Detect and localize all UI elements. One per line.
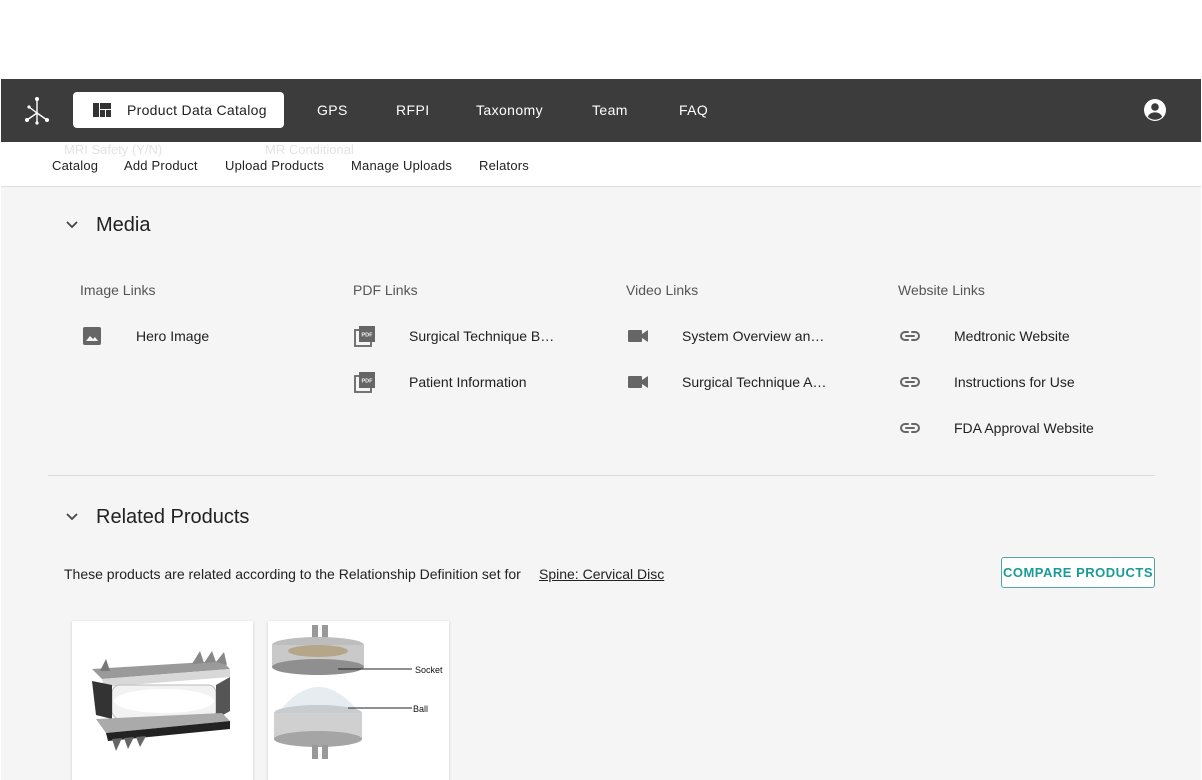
cervical-disc-implant-image — [92, 651, 230, 751]
page: Product Data Catalog GPS RFPI Taxonomy T… — [1, 0, 1201, 780]
account-circle-icon[interactable] — [1143, 98, 1167, 122]
video-link-label: System Overview and… — [682, 328, 832, 344]
videocam-icon — [628, 330, 648, 342]
related-product-card-1[interactable] — [72, 621, 253, 780]
video-link-surgical-technique[interactable]: Surgical Technique A… — [626, 370, 827, 394]
socket-label: Socket — [415, 665, 443, 675]
video-link-system-overview[interactable]: System Overview and… — [626, 324, 832, 348]
nav-product-data-catalog-label: Product Data Catalog — [127, 102, 267, 118]
nav-team[interactable]: Team — [592, 102, 628, 118]
sub-navbar: MRI Safety (Y/N) MR Conditional Catalog … — [1, 142, 1201, 187]
nav-taxonomy[interactable]: Taxonomy — [476, 102, 543, 118]
pdf-link-patient-information[interactable]: PDF Patient Information — [353, 370, 527, 394]
svg-text:PDF: PDF — [362, 333, 374, 339]
subnav-catalog[interactable]: Catalog — [52, 158, 98, 173]
website-link-label: FDA Approval Website — [954, 420, 1094, 436]
image-icon — [83, 327, 101, 345]
website-link-label: Medtronic Website — [954, 328, 1070, 344]
nav-product-data-catalog[interactable]: Product Data Catalog — [73, 92, 284, 128]
svg-text:PDF: PDF — [362, 379, 374, 385]
nav-rfpi[interactable]: RFPI — [396, 102, 430, 118]
nav-faq[interactable]: FAQ — [679, 102, 708, 118]
pdf-link-label: Surgical Technique B… — [409, 328, 555, 344]
dashboard-icon — [93, 103, 111, 117]
media-section-title: Media — [96, 214, 151, 236]
pdf-link-label: Patient Information — [409, 374, 527, 390]
top-navbar: Product Data Catalog GPS RFPI Taxonomy T… — [1, 79, 1201, 142]
link-icon — [900, 423, 920, 433]
compare-products-button[interactable]: COMPARE PRODUCTS — [1001, 557, 1155, 588]
website-link-fda-approval[interactable]: FDA Approval Website — [898, 416, 1094, 440]
website-link-medtronic[interactable]: Medtronic Website — [898, 324, 1070, 348]
top-blank-area — [1, 0, 1201, 79]
related-product-card-2[interactable]: Socket Ball — [268, 621, 449, 780]
related-description: These products are related according to … — [64, 566, 521, 582]
ghost-text-mri-safety: MRI Safety (Y/N) — [64, 142, 163, 157]
media-collapse-chevron-icon[interactable] — [65, 220, 79, 230]
subnav-manage-uploads[interactable]: Manage Uploads — [351, 158, 452, 173]
relationship-definition-link[interactable]: Spine: Cervical Disc — [539, 566, 664, 582]
pdf-icon: PDF — [354, 326, 375, 347]
video-links-header: Video Links — [626, 282, 699, 298]
image-link-hero-image[interactable]: Hero Image — [80, 324, 209, 348]
subnav-add-product[interactable]: Add Product — [124, 158, 198, 173]
socket-ball-diagram-image: Socket Ball — [272, 625, 443, 759]
subnav-relators[interactable]: Relators — [479, 158, 529, 173]
image-links-header: Image Links — [80, 282, 156, 298]
app-logo-icon[interactable] — [23, 95, 51, 127]
subnav-upload-products[interactable]: Upload Products — [225, 158, 324, 173]
ball-label: Ball — [413, 704, 428, 714]
website-link-label: Instructions for Use — [954, 374, 1075, 390]
pdf-link-surgical-technique[interactable]: PDF Surgical Technique B… — [353, 324, 554, 348]
section-divider — [48, 475, 1155, 476]
nav-gps[interactable]: GPS — [317, 102, 348, 118]
related-collapse-chevron-icon[interactable] — [65, 512, 79, 522]
related-products-title: Related Products — [96, 506, 250, 528]
video-link-label: Surgical Technique A… — [682, 374, 827, 390]
link-icon — [900, 377, 920, 387]
pdf-links-header: PDF Links — [353, 282, 418, 298]
pdf-icon: PDF — [354, 372, 375, 393]
videocam-icon — [628, 376, 648, 388]
website-links-header: Website Links — [898, 282, 985, 298]
link-icon — [900, 331, 920, 341]
ghost-text-mr-conditional: MR Conditional — [265, 142, 354, 157]
image-link-label: Hero Image — [136, 328, 210, 344]
website-link-instructions-for-use[interactable]: Instructions for Use — [898, 370, 1075, 394]
